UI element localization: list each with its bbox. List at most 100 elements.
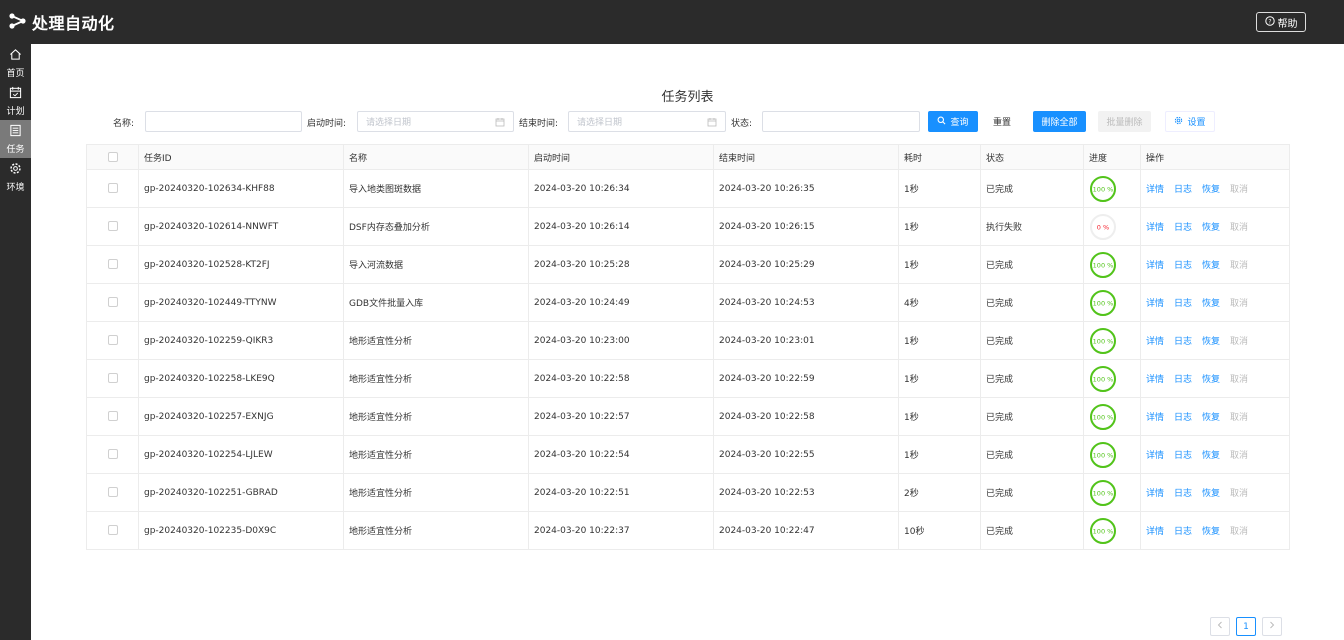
detail-link[interactable]: 详情 xyxy=(1146,524,1164,537)
actions-cell: 详情 日志 恢复 取消 xyxy=(1140,511,1290,550)
status-cell: 已完成 xyxy=(980,473,1084,512)
row-checkbox[interactable] xyxy=(107,221,118,232)
settings-button[interactable]: 设置 xyxy=(1165,111,1215,132)
query-button[interactable]: 查询 xyxy=(928,111,978,132)
log-link[interactable]: 日志 xyxy=(1174,296,1192,309)
column-header: 状态 xyxy=(980,144,1084,170)
duration-cell: 1秒 xyxy=(898,435,981,474)
cancel-link[interactable]: 取消 xyxy=(1230,410,1248,423)
calendar-icon xyxy=(9,86,22,104)
status-filter-input[interactable] xyxy=(762,111,920,132)
row-checkbox[interactable] xyxy=(107,411,118,422)
detail-link[interactable]: 详情 xyxy=(1146,410,1164,423)
row-checkbox[interactable] xyxy=(107,259,118,270)
delete-all-button[interactable]: 删除全部 xyxy=(1033,111,1086,132)
cancel-link[interactable]: 取消 xyxy=(1230,448,1248,461)
cancel-link[interactable]: 取消 xyxy=(1230,182,1248,195)
task-id-cell: gp-20240320-102257-EXNJG xyxy=(138,397,344,436)
actions-cell: 详情 日志 恢复 取消 xyxy=(1140,321,1290,360)
progress-cell: 100 % xyxy=(1083,321,1141,360)
detail-link[interactable]: 详情 xyxy=(1146,182,1164,195)
detail-link[interactable]: 详情 xyxy=(1146,372,1164,385)
select-all-cell xyxy=(86,144,139,170)
cancel-link[interactable]: 取消 xyxy=(1230,296,1248,309)
cancel-link[interactable]: 取消 xyxy=(1230,334,1248,347)
restore-link[interactable]: 恢复 xyxy=(1202,410,1220,423)
detail-link[interactable]: 详情 xyxy=(1146,296,1164,309)
end-time-cell: 2024-03-20 10:22:55 xyxy=(713,435,899,474)
detail-link[interactable]: 详情 xyxy=(1146,220,1164,233)
row-select-cell xyxy=(86,207,139,246)
cancel-link[interactable]: 取消 xyxy=(1230,258,1248,271)
detail-link[interactable]: 详情 xyxy=(1146,486,1164,499)
restore-link[interactable]: 恢复 xyxy=(1202,182,1220,195)
select-all-checkbox[interactable] xyxy=(107,151,118,162)
log-link[interactable]: 日志 xyxy=(1174,258,1192,271)
progress-cell: 100 % xyxy=(1083,435,1141,474)
cancel-link[interactable]: 取消 xyxy=(1230,372,1248,385)
table-row: gp-20240320-102449-TTYNW GDB文件批量入库 2024-03… xyxy=(86,283,1290,322)
row-checkbox[interactable] xyxy=(107,297,118,308)
task-id-cell: gp-20240320-102235-D0X9C xyxy=(138,511,344,550)
restore-link[interactable]: 恢复 xyxy=(1202,334,1220,347)
start-time-input[interactable]: 请选择日期 xyxy=(357,111,514,132)
task-name-cell: 地形适宜性分析 xyxy=(343,359,529,398)
restore-link[interactable]: 恢复 xyxy=(1202,486,1220,499)
row-checkbox[interactable] xyxy=(107,335,118,346)
start-time-cell: 2024-03-20 10:26:34 xyxy=(528,169,714,208)
name-filter-label: 名称: xyxy=(113,119,135,129)
log-link[interactable]: 日志 xyxy=(1174,448,1192,461)
sidebar-item-label: 首页 xyxy=(6,68,25,79)
sidebar-item-plan[interactable]: 计划 xyxy=(0,82,31,120)
prev-page-button[interactable] xyxy=(1210,617,1230,636)
end-time-input[interactable]: 请选择日期 xyxy=(568,111,726,132)
restore-link[interactable]: 恢复 xyxy=(1202,524,1220,537)
end-time-cell: 2024-03-20 10:24:53 xyxy=(713,283,899,322)
restore-link[interactable]: 恢复 xyxy=(1202,448,1220,461)
log-link[interactable]: 日志 xyxy=(1174,486,1192,499)
next-page-button[interactable] xyxy=(1262,617,1282,636)
reset-button[interactable]: 重置 xyxy=(983,111,1021,132)
duration-cell: 1秒 xyxy=(898,207,981,246)
log-link[interactable]: 日志 xyxy=(1174,182,1192,195)
column-header: 名称 xyxy=(343,144,529,170)
end-time-cell: 2024-03-20 10:22:53 xyxy=(713,473,899,512)
page-number-button[interactable]: 1 xyxy=(1236,617,1256,636)
row-checkbox[interactable] xyxy=(107,183,118,194)
detail-link[interactable]: 详情 xyxy=(1146,448,1164,461)
cancel-link[interactable]: 取消 xyxy=(1230,220,1248,233)
row-checkbox[interactable] xyxy=(107,487,118,498)
log-link[interactable]: 日志 xyxy=(1174,372,1192,385)
cancel-link[interactable]: 取消 xyxy=(1230,486,1248,499)
batch-delete-button[interactable]: 批量删除 xyxy=(1098,111,1151,132)
status-cell: 已完成 xyxy=(980,359,1084,398)
detail-link[interactable]: 详情 xyxy=(1146,258,1164,271)
restore-link[interactable]: 恢复 xyxy=(1202,296,1220,309)
row-select-cell xyxy=(86,321,139,360)
log-link[interactable]: 日志 xyxy=(1174,220,1192,233)
log-link[interactable]: 日志 xyxy=(1174,524,1192,537)
end-time-cell: 2024-03-20 10:23:01 xyxy=(713,321,899,360)
name-filter-input[interactable] xyxy=(145,111,302,132)
restore-link[interactable]: 恢复 xyxy=(1202,372,1220,385)
sidebar-item-label: 环境 xyxy=(6,182,25,193)
start-time-cell: 2024-03-20 10:26:14 xyxy=(528,207,714,246)
row-checkbox[interactable] xyxy=(107,525,118,536)
log-link[interactable]: 日志 xyxy=(1174,334,1192,347)
table-row: gp-20240320-102257-EXNJG 地形适宜性分析 2024-03-2… xyxy=(86,397,1290,436)
sidebar-item-home[interactable]: 首页 xyxy=(0,44,31,82)
log-link[interactable]: 日志 xyxy=(1174,410,1192,423)
status-cell: 执行失败 xyxy=(980,207,1084,246)
row-checkbox[interactable] xyxy=(107,373,118,384)
column-header: 耗时 xyxy=(898,144,981,170)
restore-link[interactable]: 恢复 xyxy=(1202,220,1220,233)
detail-link[interactable]: 详情 xyxy=(1146,334,1164,347)
sidebar-item-environment[interactable]: 环境 xyxy=(0,158,31,196)
restore-link[interactable]: 恢复 xyxy=(1202,258,1220,271)
task-name-cell: 地形适宜性分析 xyxy=(343,321,529,360)
row-checkbox[interactable] xyxy=(107,449,118,460)
sidebar-item-task[interactable]: 任务 xyxy=(0,120,31,158)
help-button[interactable]: ? 帮助 xyxy=(1256,12,1306,32)
cancel-link[interactable]: 取消 xyxy=(1230,524,1248,537)
svg-text:?: ? xyxy=(1268,18,1271,25)
